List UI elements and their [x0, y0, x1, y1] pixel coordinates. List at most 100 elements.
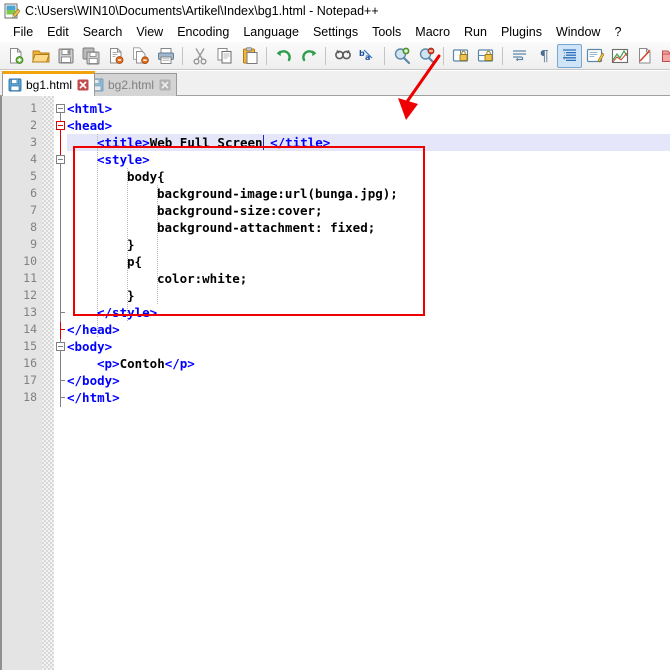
menu-item-run[interactable]: Run	[457, 24, 494, 40]
code-line[interactable]: <body>	[67, 338, 112, 355]
menu-item-language[interactable]: Language	[236, 24, 306, 40]
code-token-tag: </style>	[97, 305, 157, 320]
menu-item-window[interactable]: Window	[549, 24, 607, 40]
code-line[interactable]: background-attachment: fixed;	[157, 219, 375, 236]
menu-item-macro[interactable]: Macro	[408, 24, 457, 40]
sync-horizontal-scroll-icon[interactable]	[473, 44, 498, 68]
fold-toggle-icon[interactable]	[56, 121, 65, 130]
zoom-in-icon[interactable]	[389, 44, 414, 68]
code-token-css: }	[127, 237, 135, 252]
word-wrap-icon[interactable]	[507, 44, 532, 68]
code-line[interactable]: </body>	[67, 372, 120, 389]
code-line[interactable]: body{	[127, 168, 165, 185]
close-file-icon[interactable]	[103, 44, 128, 68]
line-number: 6	[3, 185, 37, 202]
code-line[interactable]: p{	[127, 253, 142, 270]
user-defined-language-icon[interactable]	[582, 44, 607, 68]
code-line[interactable]: <p>Contoh</p>	[97, 355, 195, 372]
sync-vertical-scroll-icon[interactable]	[448, 44, 473, 68]
redo-icon[interactable]	[296, 44, 321, 68]
code-token-tag: </head>	[67, 322, 120, 337]
code-text-area[interactable]: <html><head><title>Web Full Screen </tit…	[67, 96, 670, 670]
function-list-icon[interactable]	[632, 44, 657, 68]
close-all-files-icon[interactable]	[128, 44, 153, 68]
line-number-gutter: 123456789101112131415161718	[2, 96, 42, 670]
code-line[interactable]: <style>	[97, 151, 150, 168]
folder-as-workspace-icon[interactable]	[657, 44, 670, 68]
line-number: 12	[3, 287, 37, 304]
close-tab-icon[interactable]	[159, 79, 171, 91]
code-line[interactable]: </html>	[67, 389, 120, 406]
code-token-tag: <style>	[97, 152, 150, 167]
text-caret	[263, 135, 264, 150]
close-tab-icon[interactable]	[77, 79, 89, 91]
paste-icon[interactable]	[237, 44, 262, 68]
menu-item-tools[interactable]: Tools	[365, 24, 408, 40]
menu-item-[interactable]: ?	[607, 24, 628, 40]
code-line[interactable]: <title>Web Full Screen </title>	[97, 134, 330, 151]
tab-bar: bg1.html bg2.html	[0, 71, 670, 96]
code-folding-margin[interactable]	[54, 96, 67, 670]
code-token-tag: </html>	[67, 390, 120, 405]
toolbar-separator	[502, 47, 503, 65]
menu-item-view[interactable]: View	[129, 24, 170, 40]
code-line[interactable]: <html>	[67, 100, 112, 117]
code-token-css: color:white;	[157, 271, 247, 286]
menu-item-file[interactable]: File	[6, 24, 40, 40]
line-number: 10	[3, 253, 37, 270]
tab-bg1-html[interactable]: bg1.html	[2, 71, 95, 96]
line-number: 9	[3, 236, 37, 253]
menu-item-edit[interactable]: Edit	[40, 24, 76, 40]
new-file-icon[interactable]	[3, 44, 28, 68]
code-token-tag: </p>	[165, 356, 195, 371]
code-line[interactable]: }	[127, 287, 135, 304]
menu-item-encoding[interactable]: Encoding	[170, 24, 236, 40]
fold-end-tick	[60, 397, 65, 398]
code-line[interactable]: }	[127, 236, 135, 253]
document-map-icon[interactable]	[607, 44, 632, 68]
menu-item-plugins[interactable]: Plugins	[494, 24, 549, 40]
find-icon[interactable]	[330, 44, 355, 68]
line-number: 1	[3, 100, 37, 117]
code-token-tag: <title>	[97, 135, 150, 150]
replace-icon[interactable]: b a	[355, 44, 380, 68]
menu-item-settings[interactable]: Settings	[306, 24, 365, 40]
fold-level-line	[60, 351, 61, 390]
code-line[interactable]: <head>	[67, 117, 112, 134]
fold-margin-texture	[42, 96, 54, 670]
code-token-txt: Contoh	[120, 356, 165, 371]
menu-item-search[interactable]: Search	[76, 24, 130, 40]
copy-icon[interactable]	[212, 44, 237, 68]
open-file-icon[interactable]	[28, 44, 53, 68]
show-all-characters-icon[interactable]: ¶	[532, 44, 557, 68]
fold-toggle-icon[interactable]	[56, 155, 65, 164]
code-line[interactable]: </style>	[97, 304, 157, 321]
line-number: 18	[3, 389, 37, 406]
title-bar: C:\Users\WIN10\Documents\Artikel\Index\b…	[0, 0, 670, 22]
code-line[interactable]: </head>	[67, 321, 120, 338]
fold-toggle-icon[interactable]	[56, 342, 65, 351]
line-number: 13	[3, 304, 37, 321]
cut-icon[interactable]	[187, 44, 212, 68]
code-token-css: background-size:cover;	[157, 203, 323, 218]
fold-toggle-icon[interactable]	[56, 104, 65, 113]
line-number: 5	[3, 168, 37, 185]
code-token-txt: Web Full Screen	[150, 135, 263, 150]
code-line[interactable]: background-image:url(bunga.jpg);	[157, 185, 398, 202]
show-indent-guide-icon[interactable]	[557, 44, 582, 68]
undo-icon[interactable]	[271, 44, 296, 68]
save-icon[interactable]	[53, 44, 78, 68]
svg-text:¶: ¶	[539, 47, 549, 65]
save-all-icon[interactable]	[78, 44, 103, 68]
zoom-out-icon[interactable]	[414, 44, 439, 68]
tab-label: bg1.html	[26, 78, 72, 92]
print-icon[interactable]	[153, 44, 178, 68]
line-number: 4	[3, 151, 37, 168]
line-number: 2	[3, 117, 37, 134]
tab-bg2-html[interactable]: bg2.html	[84, 73, 177, 96]
code-line[interactable]: color:white;	[157, 270, 247, 287]
code-line[interactable]: background-size:cover;	[157, 202, 323, 219]
toolbar-separator	[266, 47, 267, 65]
editor-pane[interactable]: 123456789101112131415161718 <html><head>…	[0, 96, 670, 670]
fold-end-tick	[60, 312, 65, 313]
